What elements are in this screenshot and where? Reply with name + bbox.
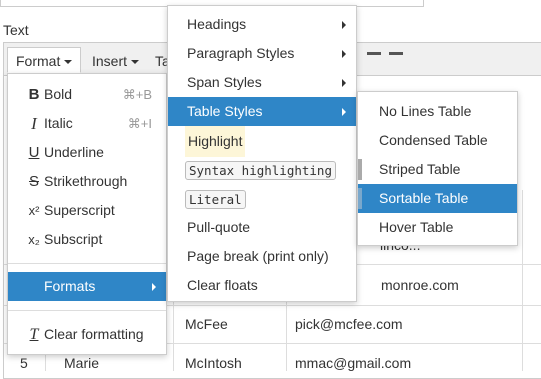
chevron-right-icon [152, 283, 156, 291]
italic-icon: I [31, 114, 37, 133]
format-menu-button[interactable]: Format [7, 47, 82, 73]
superscript-icon: x² [28, 203, 40, 218]
table-cell: pick@mcfee.com [295, 316, 403, 332]
menu-item-formats[interactable]: Formats [8, 272, 166, 301]
chevron-right-icon [342, 50, 346, 58]
menu-item-label: Italic [44, 115, 73, 131]
table-cell: monroe.com [381, 277, 459, 293]
table-col-divider [522, 190, 523, 371]
list-icon[interactable] [389, 52, 403, 55]
menu-item-italic[interactable]: I Italic ⌘+I [8, 109, 166, 138]
chevron-right-icon [342, 79, 346, 87]
menu-item-bold[interactable]: B Bold ⌘+B [8, 80, 166, 109]
menu-item-literal[interactable]: Literal [168, 184, 356, 213]
insert-menu-label: Insert [92, 53, 128, 69]
menu-item-paragraph-styles[interactable]: Paragraph Styles [168, 39, 356, 68]
chevron-right-icon [342, 21, 346, 29]
menu-item-label: Sortable Table [379, 190, 469, 206]
menu-item-label: Table Styles [187, 103, 263, 119]
menu-item-label: Strikethrough [44, 173, 128, 189]
menu-item-page-break[interactable]: Page break (print only) [168, 242, 356, 271]
table-styles-submenu: No Lines Table Condensed Table Striped T… [357, 91, 518, 246]
bold-icon: B [28, 86, 40, 103]
selection-marker [358, 159, 362, 180]
underline-icon: U [28, 144, 40, 161]
menu-item-label: Superscript [44, 202, 115, 218]
subscript-icon: x₂ [28, 232, 40, 247]
menu-item-striped-table[interactable]: Striped Table [358, 155, 517, 184]
menu-item-span-styles[interactable]: Span Styles [168, 68, 356, 97]
clear-formatting-icon: T [29, 326, 39, 343]
menu-item-label: Pull-quote [187, 219, 251, 235]
menu-item-label: Paragraph Styles [187, 45, 295, 61]
format-menu-label: Format [16, 53, 61, 69]
strikethrough-icon: S [28, 173, 39, 190]
menu-item-label: Highlight [185, 126, 246, 157]
menu-item-syntax-highlighting[interactable]: Syntax highlighting [168, 155, 356, 184]
menu-item-label: No Lines Table [379, 103, 472, 119]
menu-item-label: Clear formatting [44, 326, 144, 342]
menu-item-label: Underline [44, 144, 104, 160]
menu-item-superscript[interactable]: x² Superscript [8, 196, 166, 225]
chevron-down-icon [131, 60, 140, 65]
format-dropdown-menu: B Bold ⌘+B I Italic ⌘+I U Underline S St… [7, 73, 167, 355]
menu-item-no-lines-table[interactable]: No Lines Table [358, 97, 517, 126]
menu-item-label: Page break (print only) [187, 248, 329, 264]
shortcut-label: ⌘+I [127, 116, 152, 131]
menu-item-highlight[interactable]: Highlight [168, 126, 356, 157]
insert-menu-button[interactable]: Insert [83, 47, 148, 73]
formats-submenu: Headings Paragraph Styles Span Styles Ta… [167, 5, 357, 302]
table-cell: 5 [20, 355, 28, 371]
menu-item-condensed-table[interactable]: Condensed Table [358, 126, 517, 155]
menu-item-label: Bold [44, 86, 73, 102]
selection-marker [358, 188, 362, 209]
menu-item-label: Headings [187, 16, 247, 32]
menu-item-label: Condensed Table [379, 132, 488, 148]
menu-item-headings[interactable]: Headings [168, 10, 356, 39]
menu-item-label: Subscript [44, 231, 103, 247]
list-icon[interactable] [367, 52, 381, 55]
shortcut-label: ⌘+B [122, 87, 152, 102]
menu-separator [8, 310, 166, 311]
menu-item-label: Span Styles [187, 74, 262, 90]
menu-item-hover-table[interactable]: Hover Table [358, 213, 517, 242]
menu-item-pull-quote[interactable]: Pull-quote [168, 213, 356, 242]
table-cell: Marie [64, 355, 100, 371]
menu-item-clear-floats[interactable]: Clear floats [168, 271, 356, 300]
chevron-down-icon [64, 60, 73, 65]
menu-item-strikethrough[interactable]: S Strikethrough [8, 167, 166, 196]
menu-item-table-styles[interactable]: Table Styles [168, 97, 356, 126]
chevron-right-icon [342, 108, 346, 116]
menu-item-label: Clear floats [187, 277, 258, 293]
field-label: Text [3, 22, 29, 38]
menu-item-underline[interactable]: U Underline [8, 138, 166, 167]
menu-item-label: Striped Table [379, 161, 461, 177]
table-cell: McFee [185, 316, 228, 332]
menu-item-label: Formats [44, 278, 96, 294]
table-cell: mmac@gmail.com [295, 355, 412, 371]
menu-item-label: Hover Table [379, 219, 454, 235]
menu-item-clear-formatting[interactable]: T Clear formatting [8, 320, 166, 349]
menu-separator [8, 263, 166, 264]
menu-item-label: Literal [185, 190, 246, 209]
menu-item-sortable-table[interactable]: Sortable Table [358, 184, 517, 213]
menu-item-subscript[interactable]: x₂ Subscript [8, 225, 166, 254]
table-cell: McIntosh [185, 355, 242, 371]
menu-item-label: Syntax highlighting [185, 161, 336, 180]
